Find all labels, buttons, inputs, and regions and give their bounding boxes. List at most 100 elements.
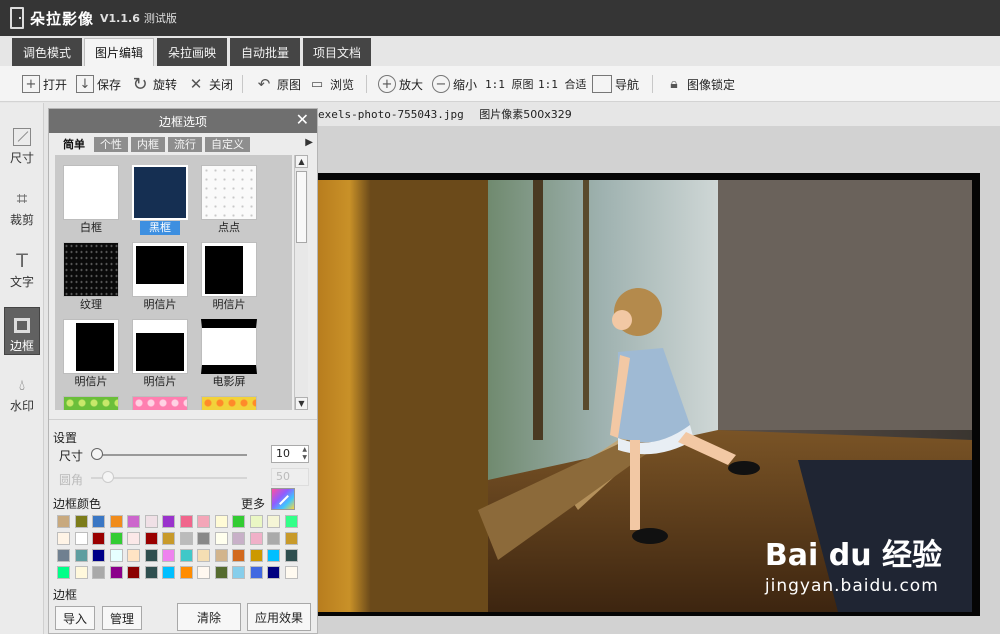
color-swatch[interactable]	[267, 566, 280, 579]
color-swatch[interactable]	[127, 532, 140, 545]
color-swatch[interactable]	[162, 515, 175, 528]
scroll-down-icon[interactable]: ▼	[295, 397, 308, 410]
rotate-button[interactable]: ↻ 旋转	[130, 74, 177, 95]
frame-thumb[interactable]: 明信片	[132, 319, 188, 389]
color-swatch[interactable]	[214, 549, 228, 562]
color-swatch[interactable]	[284, 549, 298, 562]
color-swatch[interactable]	[197, 532, 210, 545]
scroll-up-icon[interactable]: ▲	[295, 155, 308, 168]
color-swatch[interactable]	[232, 549, 245, 562]
color-swatch[interactable]	[74, 566, 88, 579]
actual-size-button[interactable]: 1:1 原图	[485, 74, 534, 94]
tab-auto-batch[interactable]: 自动批量	[230, 38, 300, 66]
tab-project-docs[interactable]: 项目文档	[303, 38, 371, 66]
color-swatch[interactable]	[214, 515, 228, 528]
frame-tab-simple[interactable]: 简单	[57, 137, 91, 152]
color-swatch[interactable]	[162, 532, 175, 545]
color-swatch[interactable]	[179, 549, 193, 562]
tool-watermark[interactable]: 💧︎ 水印	[4, 367, 40, 415]
color-swatch[interactable]	[74, 515, 88, 528]
color-swatch[interactable]	[144, 566, 158, 579]
frame-thumb[interactable]: 明信片	[201, 242, 257, 312]
color-swatch[interactable]	[214, 566, 228, 579]
color-swatch[interactable]	[57, 515, 70, 528]
color-swatch[interactable]	[92, 566, 105, 579]
navigator-button[interactable]: 导航	[592, 74, 639, 94]
manage-button[interactable]: 管理	[102, 606, 142, 630]
color-swatch[interactable]	[109, 532, 123, 545]
original-button[interactable]: ↶ 原图	[254, 74, 301, 94]
color-swatch[interactable]	[179, 566, 193, 579]
color-swatch[interactable]	[92, 532, 105, 545]
frame-thumb[interactable]	[132, 396, 188, 410]
scroll-thumb[interactable]	[296, 171, 307, 243]
color-swatch[interactable]	[57, 566, 70, 579]
zoom-in-button[interactable]: + 放大	[378, 74, 423, 94]
frame-thumb[interactable]: 电影屏	[201, 319, 257, 389]
tab-image-edit[interactable]: 图片编辑	[84, 38, 154, 66]
color-swatch[interactable]	[109, 549, 123, 562]
open-button[interactable]: + 打开	[22, 74, 67, 94]
color-swatch[interactable]	[284, 566, 298, 579]
color-picker-icon[interactable]	[271, 488, 295, 510]
color-swatch[interactable]	[249, 515, 263, 528]
fit-button[interactable]: 1:1 合适	[538, 74, 587, 94]
color-swatch[interactable]	[267, 515, 280, 528]
tool-text[interactable]: T 文字	[4, 243, 40, 291]
color-swatch[interactable]	[179, 532, 193, 545]
color-swatch[interactable]	[162, 549, 175, 562]
frame-thumb[interactable]: 纹理	[63, 242, 119, 312]
frame-thumb[interactable]	[63, 396, 119, 410]
tabs-right-arrow-icon[interactable]: ▶	[305, 137, 313, 148]
apply-effect-button[interactable]: 应用效果	[247, 603, 311, 631]
frame-tab-personal[interactable]: 个性	[94, 137, 128, 152]
color-swatch[interactable]	[267, 549, 280, 562]
frame-thumb[interactable]: 黑框	[132, 165, 188, 235]
save-button[interactable]: ↓ 保存	[76, 74, 121, 94]
size-stepper[interactable]: 10 ▲ ▼	[271, 445, 309, 463]
color-swatch[interactable]	[144, 515, 158, 528]
frame-thumb[interactable]: 明信片	[132, 242, 188, 312]
color-swatch[interactable]	[232, 515, 245, 528]
frame-tab-custom[interactable]: 自定义	[205, 137, 250, 152]
browse-button[interactable]: ▭ 浏览	[307, 74, 354, 94]
clear-button[interactable]: 清除	[177, 603, 241, 631]
color-swatch[interactable]	[144, 549, 158, 562]
color-swatch[interactable]	[284, 532, 298, 545]
size-slider-track[interactable]	[91, 454, 247, 456]
color-swatch[interactable]	[232, 532, 245, 545]
import-button[interactable]: 导入	[55, 606, 95, 630]
color-swatch[interactable]	[74, 532, 88, 545]
tool-resize[interactable]: 尺寸	[4, 119, 40, 167]
frame-tab-popular[interactable]: 流行	[168, 137, 202, 152]
thumbnail-scrollbar[interactable]: ▲ ▼	[294, 155, 308, 410]
frame-thumb[interactable]: 点点	[201, 165, 257, 235]
color-swatch[interactable]	[179, 515, 193, 528]
color-swatch[interactable]	[92, 549, 105, 562]
image-lock-button[interactable]: 🔒︎ 图像锁定	[664, 74, 735, 94]
size-slider-knob[interactable]	[91, 448, 103, 460]
color-swatch[interactable]	[57, 532, 70, 545]
color-swatch[interactable]	[284, 515, 298, 528]
tab-duola-slideshow[interactable]: 朵拉画映	[157, 38, 227, 66]
color-swatch[interactable]	[74, 549, 88, 562]
color-swatch[interactable]	[162, 566, 175, 579]
color-swatch[interactable]	[197, 515, 210, 528]
color-swatch[interactable]	[249, 532, 263, 545]
color-swatch[interactable]	[144, 532, 158, 545]
color-swatch[interactable]	[197, 566, 210, 579]
frame-thumb[interactable]	[201, 396, 257, 410]
zoom-out-button[interactable]: − 缩小	[432, 74, 477, 94]
color-swatch[interactable]	[197, 549, 210, 562]
frame-thumb[interactable]: 白框	[63, 165, 119, 235]
stepper-arrows-icon[interactable]: ▲ ▼	[302, 446, 307, 462]
color-swatch[interactable]	[109, 566, 123, 579]
frame-tab-inner[interactable]: 内框	[131, 137, 165, 152]
close-button[interactable]: ✕ 关闭	[186, 74, 233, 94]
color-swatch[interactable]	[267, 532, 280, 545]
color-swatch[interactable]	[214, 532, 228, 545]
color-swatch[interactable]	[127, 566, 140, 579]
color-swatch[interactable]	[127, 515, 140, 528]
color-swatch[interactable]	[109, 515, 123, 528]
color-swatch[interactable]	[249, 549, 263, 562]
